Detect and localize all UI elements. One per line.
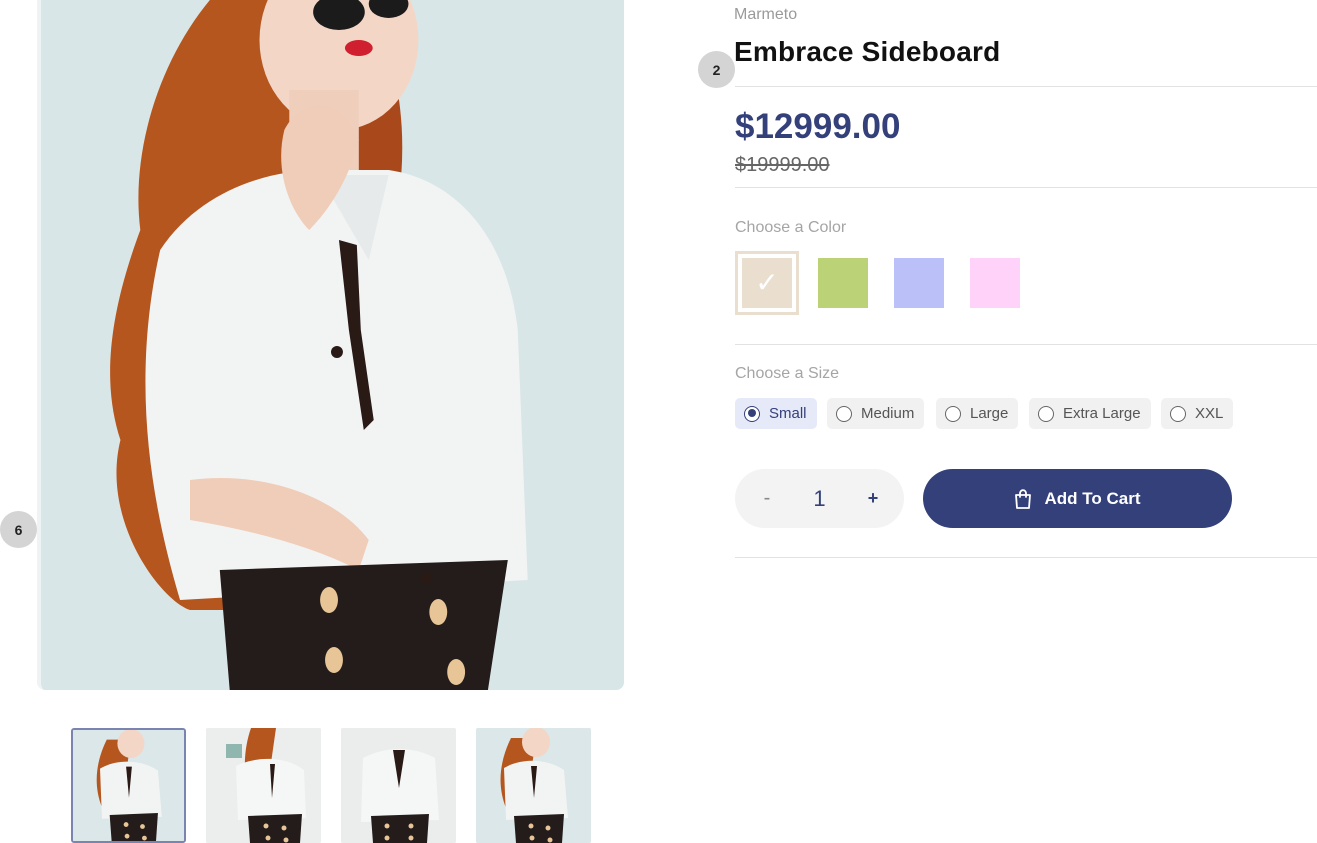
size-label: Large — [970, 405, 1009, 422]
divider — [735, 86, 1317, 87]
product-title: Embrace Sideboard — [734, 36, 1001, 67]
gallery-step-badge: 6 — [0, 511, 37, 548]
beige-swatch[interactable]: ✓ — [735, 251, 799, 315]
color-option-label: Choose a Color — [735, 219, 847, 236]
lavender-swatch[interactable] — [894, 258, 944, 308]
swatch-fill — [818, 258, 868, 308]
radio-icon — [836, 405, 852, 422]
size-option-large[interactable]: Large — [936, 398, 1019, 429]
size-option-label: Choose a Size — [735, 365, 840, 382]
size-label: XXL — [1195, 405, 1224, 422]
add-to-cart-button[interactable]: Add To Cart — [923, 469, 1232, 528]
size-option-medium[interactable]: Medium — [827, 398, 925, 429]
product-main-image — [37, 0, 624, 690]
pink-swatch[interactable] — [970, 258, 1020, 308]
swatch-fill — [894, 258, 944, 308]
gallery-thumbnail-4[interactable] — [476, 728, 591, 843]
size-option-extra-large[interactable]: Extra Large — [1029, 398, 1151, 429]
radio-icon — [945, 405, 961, 422]
shopping-bag-icon — [1015, 488, 1032, 509]
divider — [735, 344, 1317, 345]
gallery-thumbnail-1[interactable] — [71, 728, 186, 843]
green-swatch[interactable] — [818, 258, 868, 308]
radio-icon — [1038, 405, 1054, 422]
quantity-stepper: 1 - + — [735, 469, 904, 528]
size-label: Extra Large — [1063, 405, 1141, 422]
size-option-xxl[interactable]: XXL — [1161, 398, 1234, 429]
swatch-fill: ✓ — [742, 258, 792, 308]
size-label: Small — [769, 405, 807, 422]
divider — [735, 187, 1317, 188]
divider — [735, 557, 1317, 558]
quantity-decrease-button[interactable]: - — [747, 469, 787, 528]
product-price: $12999.00 — [735, 107, 901, 146]
add-to-cart-label: Add To Cart — [1044, 488, 1141, 508]
swatch-fill — [970, 258, 1020, 308]
product-vendor: Marmeto — [734, 6, 798, 23]
compare-at-price: $19999.00 — [735, 154, 830, 176]
radio-icon — [1170, 405, 1186, 422]
gallery-thumbnail-3[interactable] — [341, 728, 456, 843]
radio-selected-icon — [744, 405, 760, 422]
title-step-badge: 2 — [698, 51, 735, 88]
gallery-thumbnail-2[interactable] — [206, 728, 321, 843]
quantity-increase-button[interactable]: + — [853, 469, 893, 528]
checkmark-icon: ✓ — [755, 266, 779, 299]
size-option-small[interactable]: Small — [735, 398, 817, 429]
size-label: Medium — [861, 405, 915, 422]
